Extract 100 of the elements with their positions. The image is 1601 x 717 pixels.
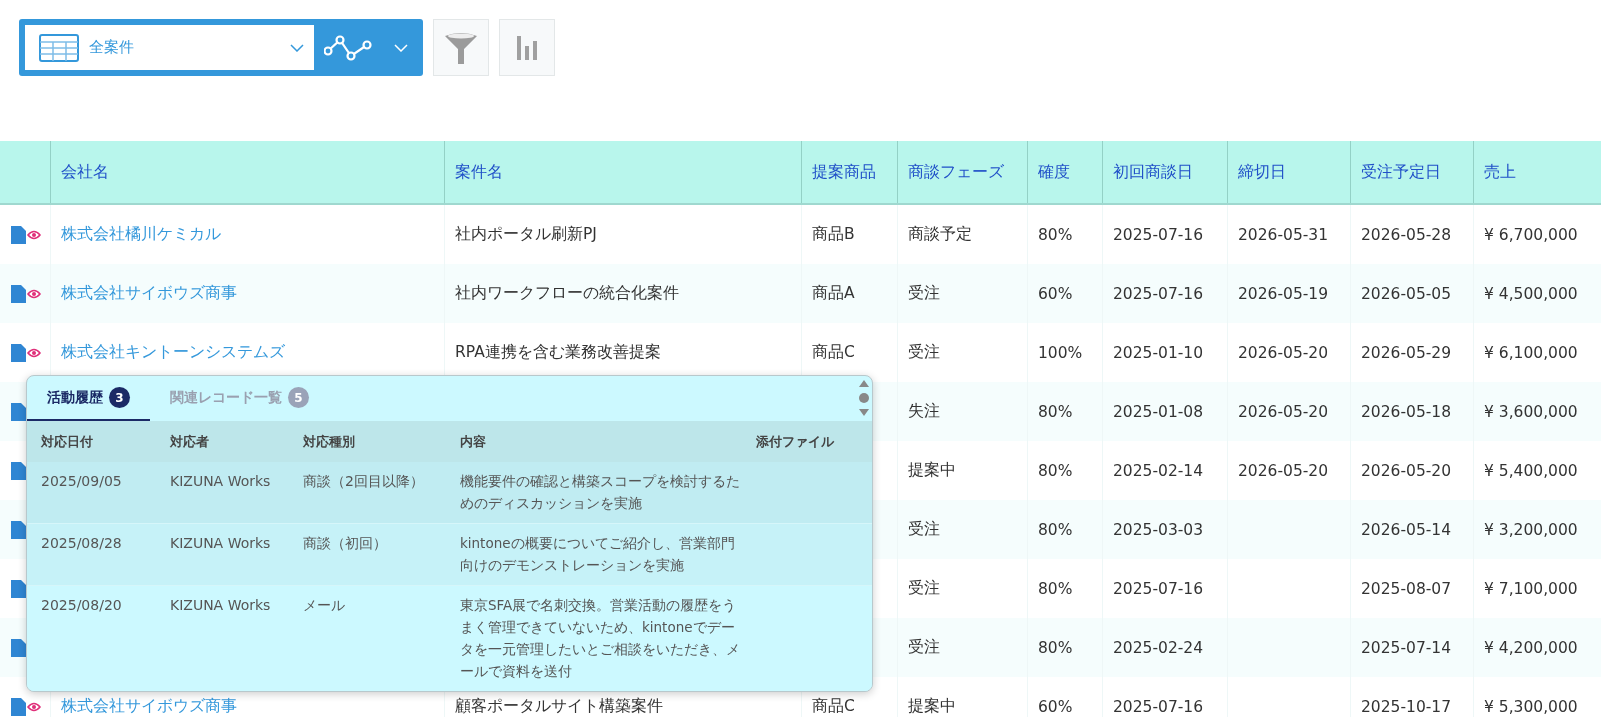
table-cell: 2025-03-03: [1113, 520, 1204, 539]
table-cell: 2025-10-17: [1361, 697, 1452, 716]
table-cell: 2026-05-20: [1238, 402, 1329, 421]
table-cell: KIZUNA Works: [170, 597, 271, 613]
table-cell: 100%: [1038, 343, 1083, 362]
table-cell: 2025-08-07: [1361, 579, 1452, 598]
table-cell: 2026-05-28: [1361, 225, 1452, 244]
table-cell: 80%: [1038, 225, 1073, 244]
table-cell: 2026-05-18: [1361, 402, 1452, 421]
table-cell: 2026-05-31: [1238, 225, 1329, 244]
company-link[interactable]: 株式会社サイボウズ商事: [61, 283, 237, 304]
table-cell: 2026-05-20: [1361, 461, 1452, 480]
column-header[interactable]: 確度: [1027, 141, 1102, 203]
column-header[interactable]: 提案商品: [801, 141, 897, 203]
table-cell: 80%: [1038, 579, 1073, 598]
count-badge: 3: [109, 387, 130, 408]
table-cell: 商品C: [812, 696, 855, 717]
table-cell: 2025-01-08: [1113, 402, 1204, 421]
view-select[interactable]: 全案件: [25, 25, 314, 70]
scrollbar[interactable]: [858, 379, 870, 417]
table-cell: 受注: [908, 578, 940, 599]
table-cell: KIZUNA Works: [170, 473, 271, 489]
table-cell: 商談（初回）: [303, 535, 387, 551]
tab-label: 関連レコード一覧: [170, 388, 282, 407]
table-cell: ¥ 3,600,000: [1484, 402, 1578, 421]
filter-icon: [444, 30, 478, 65]
table-cell: ¥ 7,100,000: [1484, 579, 1578, 598]
table-cell: 80%: [1038, 461, 1073, 480]
company-link[interactable]: 株式会社橘川ケミカル: [61, 224, 221, 245]
table-cell-text: 機能要件の確認と構築スコープを検討するためのディスカッションを実施: [460, 472, 741, 513]
table-cell: ¥ 6,700,000: [1484, 225, 1578, 244]
table-cell: 2026-05-20: [1238, 343, 1329, 362]
table-cell: RPA連携を含む業務改善提案: [455, 342, 661, 363]
bar-chart-icon: [516, 35, 538, 60]
table-cell-text: kintoneの概要についてご紹介し、営業部門向けのデモンストレーションを実施: [460, 534, 736, 575]
table-cell: ¥ 3,200,000: [1484, 520, 1578, 539]
table-cell: 2025-07-14: [1361, 638, 1452, 657]
table-cell: 顧客ポータルサイト構築案件: [455, 696, 663, 717]
table-cell: 2025/09/05: [41, 473, 122, 489]
table-cell: 80%: [1038, 638, 1073, 657]
table-cell: 受注: [908, 342, 940, 363]
column-header[interactable]: 締切日: [1227, 141, 1350, 203]
table-cell: 商談予定: [908, 224, 972, 245]
table-cell: 商品A: [812, 283, 855, 304]
filter-button[interactable]: [433, 19, 489, 76]
table-cell: ¥ 5,300,000: [1484, 697, 1578, 716]
column-header: 対応日付: [40, 432, 94, 451]
table-cell: 80%: [1038, 520, 1073, 539]
table-cell: 60%: [1038, 697, 1073, 716]
table-cell: 受注: [908, 283, 940, 304]
table-cell: 商品C: [812, 342, 855, 363]
company-link[interactable]: 株式会社キントーンシステムズ: [61, 342, 285, 363]
column-header: 内容: [459, 432, 487, 451]
table-cell: 2025/08/20: [41, 597, 122, 613]
table-cell: ¥ 5,400,000: [1484, 461, 1578, 480]
table-cell: 受注: [908, 519, 940, 540]
column-header[interactable]: 商談フェーズ: [897, 141, 1027, 203]
column-header[interactable]: 案件名: [444, 141, 801, 203]
column-header: 添付ファイル: [756, 432, 835, 451]
table-cell: 商談（2回目以降）: [303, 473, 424, 489]
table-cell: 社内ワークフローの統合化案件: [455, 283, 679, 304]
table-cell: 80%: [1038, 402, 1073, 421]
table-cell: 社内ポータル刷新PJ: [455, 224, 597, 245]
table-cell: 提案中: [908, 460, 956, 481]
table-cell: 2025-02-24: [1113, 638, 1204, 657]
table-cell: 2026-05-19: [1238, 284, 1329, 303]
tab-label: 活動履歴: [47, 388, 103, 407]
table-cell: 2025-02-14: [1113, 461, 1204, 480]
table-cell: ¥ 4,200,000: [1484, 638, 1578, 657]
column-header: 対応者: [169, 432, 210, 451]
company-link[interactable]: 株式会社サイボウズ商事: [61, 696, 237, 717]
table-cell: 2025/08/28: [41, 535, 122, 551]
table-cell: 2026-05-14: [1361, 520, 1452, 539]
column-header: 対応種別: [302, 432, 356, 451]
table-cell: 2025-07-16: [1113, 284, 1204, 303]
table-cell: KIZUNA Works: [170, 535, 271, 551]
chevron-down-icon: [394, 43, 408, 52]
table-cell: 2026-05-20: [1238, 461, 1329, 480]
table-cell: 60%: [1038, 284, 1073, 303]
column-header[interactable]: 売上: [1473, 141, 1601, 203]
column-header[interactable]: 初回商談日: [1102, 141, 1227, 203]
table-cell: 2025-01-10: [1113, 343, 1204, 362]
column-header[interactable]: 会社名: [50, 141, 444, 203]
table-cell: 2025-07-16: [1113, 225, 1204, 244]
table-cell-text: 東京SFA展で名刺交換。営業活動の履歴をうまく管理できていないため、kintoneでデータを一元管理したいとご相談をいただき、メールで資料を送付: [460, 596, 741, 681]
table-cell: メール: [303, 597, 345, 613]
table-cell: ¥ 4,500,000: [1484, 284, 1578, 303]
table-cell: 受注: [908, 637, 940, 658]
table-cell: 商品B: [812, 224, 855, 245]
view-name: 全案件: [89, 38, 135, 57]
chart-button[interactable]: [499, 19, 555, 76]
column-header[interactable]: 受注予定日: [1350, 141, 1473, 203]
table-cell: ¥ 6,100,000: [1484, 343, 1578, 362]
chevron-down-icon: [290, 43, 304, 52]
table-cell: 2026-05-05: [1361, 284, 1452, 303]
table-cell: 2026-05-29: [1361, 343, 1452, 362]
line-graph-icon: [324, 34, 372, 61]
count-badge: 5: [288, 387, 309, 408]
table-cell: 失注: [908, 401, 940, 422]
table-cell: 提案中: [908, 696, 956, 717]
